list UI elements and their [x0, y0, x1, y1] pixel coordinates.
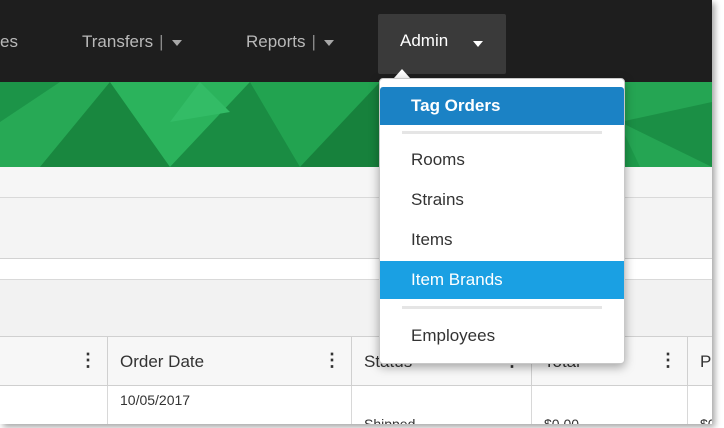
caret-down-icon	[473, 41, 483, 47]
column-menu-icon[interactable]: ⋮	[79, 350, 97, 371]
menu-divider	[402, 131, 602, 134]
menu-item-item-brands[interactable]: Item Brands	[380, 261, 624, 299]
column-label: Order Date	[120, 352, 205, 371]
column-menu-icon[interactable]: ⋮	[659, 350, 677, 371]
dropdown-pointer	[394, 69, 410, 78]
nav-separator: |	[159, 32, 164, 51]
app-window: es Transfers | Reports | Admin ⋮ Order D…	[0, 0, 712, 424]
table-cell-paid: $0	[700, 416, 712, 424]
nav-item-reports[interactable]: Reports |	[246, 0, 334, 72]
top-navbar: es Transfers | Reports | Admin	[0, 0, 712, 82]
caret-down-icon[interactable]	[171, 39, 182, 46]
column-header[interactable]: ⋮	[0, 337, 108, 385]
menu-item-items[interactable]: Items	[380, 221, 624, 259]
nav-item-partial[interactable]: es	[0, 0, 18, 72]
menu-item-rooms[interactable]: Rooms	[380, 141, 624, 179]
caret-down-icon[interactable]	[323, 39, 334, 46]
nav-item-transfers[interactable]: Transfers |	[82, 0, 182, 72]
table-cell-order-date: 10/05/2017	[108, 386, 352, 424]
table-row[interactable]: 10/05/2017 Shipped $0.00 $0	[0, 386, 712, 424]
nav-item-label: Reports	[246, 32, 306, 51]
table-cell-status: Shipped	[352, 386, 532, 424]
admin-dropdown-menu: Tag Orders Rooms Strains Items Item Bran…	[379, 78, 625, 364]
menu-divider	[402, 306, 602, 309]
menu-item-employees[interactable]: Employees	[380, 317, 624, 355]
menu-item-strains[interactable]: Strains	[380, 181, 624, 219]
nav-item-admin[interactable]: Admin	[378, 14, 506, 74]
column-header-paid[interactable]: Pa	[688, 337, 712, 385]
column-label: Pa	[700, 352, 712, 371]
menu-item-tag-orders[interactable]: Tag Orders	[380, 87, 624, 125]
column-menu-icon[interactable]: ⋮	[323, 350, 341, 371]
table-cell	[0, 386, 108, 424]
nav-item-label: es	[0, 32, 18, 51]
nav-item-label: Admin	[400, 31, 449, 50]
table-cell-total: $0.00	[532, 386, 688, 424]
column-header-order-date[interactable]: Order Date ⋮	[108, 337, 352, 385]
nav-separator: |	[311, 32, 316, 51]
nav-item-label: Transfers	[82, 32, 154, 51]
